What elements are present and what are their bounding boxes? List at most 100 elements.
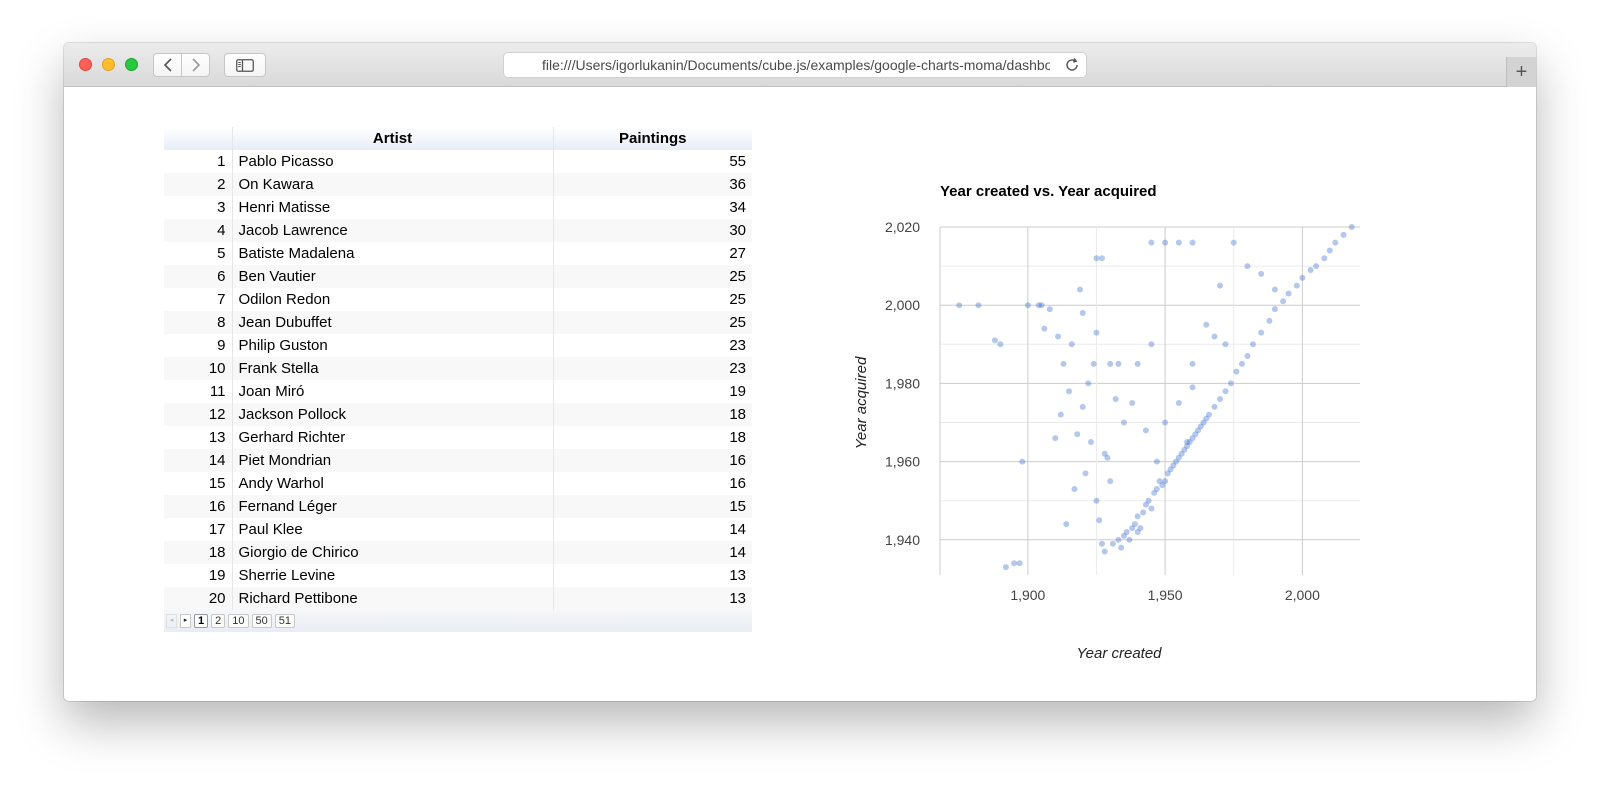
data-point[interactable] — [1112, 396, 1119, 403]
data-point[interactable] — [1016, 560, 1023, 567]
data-point[interactable] — [1217, 396, 1223, 403]
data-point[interactable] — [1087, 439, 1094, 446]
reload-icon[interactable] — [1064, 57, 1080, 73]
page-number-button[interactable]: 1 — [194, 614, 209, 628]
data-point[interactable] — [1071, 485, 1078, 492]
data-point[interactable] — [1041, 325, 1048, 332]
data-point[interactable] — [1227, 380, 1234, 387]
table-row[interactable]: 16 Fernand Léger 15 — [164, 495, 752, 518]
data-point[interactable] — [1307, 267, 1314, 274]
data-point[interactable] — [1184, 439, 1191, 446]
data-point[interactable] — [1066, 388, 1073, 395]
data-point[interactable] — [1082, 470, 1089, 477]
data-point[interactable] — [1101, 548, 1108, 555]
table-row[interactable]: 4 Jacob Lawrence 30 — [164, 219, 752, 242]
data-point[interactable] — [1145, 497, 1152, 504]
table-row[interactable]: 7 Odilon Redon 25 — [164, 288, 752, 311]
data-point[interactable] — [1217, 282, 1223, 289]
data-point[interactable] — [1348, 224, 1355, 230]
data-point[interactable] — [1222, 388, 1229, 395]
data-point[interactable] — [956, 302, 963, 309]
data-point[interactable] — [1148, 505, 1155, 512]
data-point[interactable] — [1285, 290, 1292, 297]
table-row[interactable]: 19 Sherrie Levine 13 — [164, 564, 752, 587]
data-point[interactable] — [1233, 368, 1240, 375]
table-row[interactable]: 6 Ben Vautier 25 — [164, 265, 752, 288]
data-point[interactable] — [1189, 360, 1196, 367]
data-point[interactable] — [1203, 321, 1210, 328]
data-point[interactable] — [1055, 333, 1062, 340]
data-point[interactable] — [1079, 310, 1086, 317]
data-point[interactable] — [1129, 399, 1136, 406]
column-header-paintings[interactable]: Paintings — [553, 127, 752, 150]
page-number-button[interactable]: 50 — [251, 614, 272, 628]
data-point[interactable] — [1115, 360, 1122, 367]
next-page-button[interactable]: ▸ — [180, 614, 191, 628]
data-point[interactable] — [1244, 263, 1251, 270]
data-point[interactable] — [1175, 399, 1182, 406]
table-row[interactable]: 18 Giorgio de Chirico 14 — [164, 541, 752, 564]
data-point[interactable] — [1299, 274, 1306, 281]
data-point[interactable] — [1162, 419, 1169, 426]
data-point[interactable] — [1101, 450, 1108, 457]
table-row[interactable]: 1 Pablo Picasso 55 — [164, 150, 752, 173]
data-point[interactable] — [1093, 329, 1100, 336]
data-point[interactable] — [1258, 329, 1265, 336]
minimize-window-button[interactable] — [102, 58, 115, 71]
new-tab-button[interactable]: + — [1506, 57, 1536, 87]
data-point[interactable] — [1238, 360, 1245, 367]
column-header-artist[interactable]: Artist — [232, 127, 554, 150]
table-row[interactable]: 15 Andy Warhol 16 — [164, 472, 752, 495]
data-point[interactable] — [1107, 478, 1114, 485]
zoom-window-button[interactable] — [125, 58, 138, 71]
data-point[interactable] — [997, 341, 1004, 348]
table-row[interactable]: 2 On Kawara 36 — [164, 173, 752, 196]
data-point[interactable] — [991, 337, 998, 344]
data-point[interactable] — [1137, 525, 1144, 532]
data-point[interactable] — [975, 302, 982, 309]
data-point[interactable] — [1148, 239, 1155, 246]
data-point[interactable] — [1293, 282, 1300, 289]
data-point[interactable] — [1162, 478, 1169, 485]
table-row[interactable]: 11 Joan Miró 19 — [164, 380, 752, 403]
data-point[interactable] — [1340, 231, 1347, 238]
data-point[interactable] — [1230, 239, 1237, 246]
table-row[interactable]: 14 Piet Mondrian 16 — [164, 449, 752, 472]
data-point[interactable] — [1074, 431, 1081, 438]
data-point[interactable] — [1098, 255, 1105, 262]
data-point[interactable] — [1090, 360, 1097, 367]
data-point[interactable] — [1175, 239, 1182, 246]
back-button[interactable] — [153, 53, 182, 77]
table-row[interactable]: 13 Gerhard Richter 18 — [164, 426, 752, 449]
data-point[interactable] — [1153, 485, 1160, 492]
data-point[interactable] — [1024, 302, 1031, 309]
data-point[interactable] — [1126, 536, 1133, 543]
data-point[interactable] — [1206, 411, 1213, 418]
page-number-button[interactable]: 51 — [274, 614, 295, 628]
table-row[interactable]: 5 Batiste Madalena 27 — [164, 242, 752, 265]
forward-button[interactable] — [181, 53, 210, 77]
data-point[interactable] — [1109, 540, 1116, 547]
data-point[interactable] — [1085, 380, 1092, 387]
data-point[interactable] — [1093, 255, 1100, 262]
data-point[interactable] — [1189, 239, 1196, 246]
data-point[interactable] — [1038, 302, 1045, 309]
page-number-button[interactable]: 2 — [211, 614, 226, 628]
data-point[interactable] — [1068, 341, 1075, 348]
data-point[interactable] — [1211, 333, 1218, 340]
previous-page-button[interactable]: ◂ — [166, 614, 177, 628]
data-point[interactable] — [1063, 521, 1070, 528]
data-point[interactable] — [1002, 564, 1009, 571]
table-row[interactable]: 9 Philip Guston 23 — [164, 334, 752, 357]
data-point[interactable] — [1244, 353, 1251, 360]
table-row[interactable]: 20 Richard Pettibone 13 — [164, 587, 752, 610]
data-point[interactable] — [1115, 536, 1122, 543]
data-point[interactable] — [1060, 360, 1067, 367]
data-point[interactable] — [1019, 458, 1026, 465]
data-point[interactable] — [1134, 513, 1141, 520]
data-point[interactable] — [1079, 403, 1086, 410]
sidebar-toggle-button[interactable] — [224, 53, 266, 77]
data-point[interactable] — [1098, 540, 1105, 547]
url-text[interactable]: file:///Users/igorlukanin/Documents/cube… — [542, 57, 1050, 75]
table-row[interactable]: 3 Henri Matisse 34 — [164, 196, 752, 219]
